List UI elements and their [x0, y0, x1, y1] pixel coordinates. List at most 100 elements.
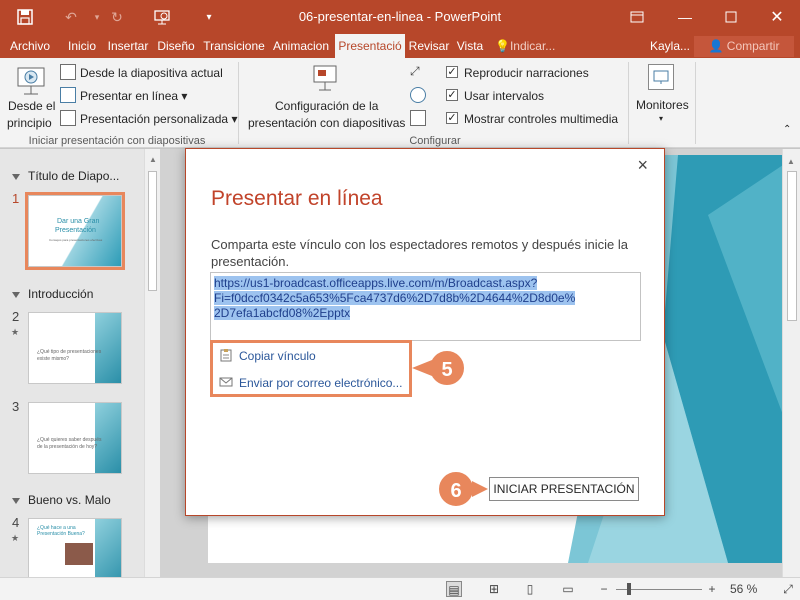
collapse-ribbon-icon[interactable]: ⌃ [783, 124, 791, 135]
title-bar: ↶ ▾ ↻ ▾ 06-presentar-en-linea - PowerPoi… [0, 0, 800, 34]
tab-archivo[interactable]: Archivo [4, 34, 56, 58]
rehearse-timings-icon[interactable] [410, 87, 426, 103]
ribbon-separator [628, 62, 629, 144]
slide-text: ¿Qué quieres saber después [37, 437, 102, 443]
section-title[interactable]: Título de Diapo... [12, 169, 119, 183]
scroll-up-icon[interactable]: ▲ [149, 155, 157, 164]
zoom-level[interactable]: 56 % [730, 582, 757, 596]
ribbon-display-icon[interactable] [624, 4, 650, 30]
slide-title-2: Presentación [55, 227, 96, 234]
tab-presentacion[interactable]: Presentació [335, 34, 405, 58]
slide-photo [65, 543, 93, 565]
slide-text: existe mismo? [37, 356, 69, 362]
slide-text: ¿Qué tipo de presentaciones [37, 349, 102, 355]
present-online-button[interactable]: Presentar en línea ▾ [80, 89, 187, 103]
slide-subtitle: Consejos para presentaciones efectivas [49, 238, 103, 242]
slide-thumbnail-1[interactable]: Dar una Gran Presentación Consejos para … [25, 192, 125, 270]
slide-thumbnail-3[interactable]: ¿Qué quieres saber después de la present… [28, 402, 122, 474]
setup-label-2[interactable]: presentación con diapositivas [248, 116, 405, 130]
user-name[interactable]: Kayla... [650, 34, 690, 58]
custom-show-icon [60, 110, 76, 126]
share-button[interactable]: 👤 Compartir [694, 36, 794, 57]
broadcast-link-field[interactable]: https://us1-broadcast.officeapps.live.co… [210, 272, 641, 341]
group-setup-label: Configurar [409, 135, 461, 147]
slide-sorter-icon[interactable]: ⊞ [486, 581, 502, 597]
callout-pointer [472, 481, 488, 497]
setup-slideshow-icon[interactable] [308, 64, 342, 94]
link-line: https://us1-broadcast.officeapps.live.co… [214, 276, 538, 290]
from-beginning-icon[interactable] [15, 64, 47, 96]
ribbon-separator [238, 62, 239, 144]
use-timings-checkbox[interactable]: ✓ [446, 89, 458, 101]
play-narrations-label[interactable]: Reproducir narraciones [464, 66, 589, 80]
close-window-icon[interactable]: ✕ [764, 4, 790, 30]
collapse-section-icon [12, 173, 20, 180]
use-timings-label[interactable]: Usar intervalos [464, 89, 544, 103]
from-current-slide-button[interactable]: Desde la diapositiva actual [80, 66, 223, 80]
tab-revisar[interactable]: Revisar [406, 34, 452, 58]
slide-text: Presentación Buena? [37, 531, 85, 537]
slide-background [95, 313, 121, 383]
zoom-slider-thumb[interactable] [627, 583, 631, 595]
person-icon: 👤 [708, 39, 724, 53]
zoom-in-button[interactable]: + [704, 581, 720, 597]
lightbulb-icon: 💡 [495, 39, 510, 53]
ribbon-presentacion: Desde el principio Desde la diapositiva … [0, 58, 800, 148]
callout-pointer [412, 360, 432, 376]
scrollbar-thumb[interactable] [787, 171, 797, 321]
collapse-section-icon [12, 291, 20, 298]
slide-number: 1 [12, 191, 20, 206]
maximize-icon[interactable] [718, 4, 744, 30]
slide-scrollbar[interactable]: ▲ [782, 149, 800, 577]
highlight-box-step-5 [210, 340, 412, 397]
close-dialog-button[interactable]: × [637, 155, 648, 176]
hide-slide-icon[interactable]: ⤢ [410, 64, 426, 80]
tab-animaciones[interactable]: Animacion [268, 34, 334, 58]
minimize-icon[interactable]: — [672, 4, 698, 30]
from-beginning-label-2[interactable]: principio [7, 116, 52, 130]
from-current-slide-icon [60, 64, 76, 80]
play-narrations-checkbox[interactable]: ✓ [446, 66, 458, 78]
slideshow-view-icon[interactable]: ▭ [560, 581, 576, 597]
record-slideshow-icon[interactable] [410, 110, 426, 126]
ribbon-separator [695, 62, 696, 144]
monitors-button[interactable]: Monitores [636, 98, 689, 112]
collapse-section-icon [12, 497, 20, 504]
tab-inicio[interactable]: Inicio [62, 34, 102, 58]
monitors-icon[interactable] [648, 64, 674, 90]
start-presentation-button[interactable]: INICIAR PRESENTACIÓN [489, 477, 639, 501]
slide-title-1: Dar una Gran [57, 218, 100, 225]
slide-text: de la presentación de hoy? [37, 444, 98, 450]
slide-thumbnail-2[interactable]: ¿Qué tipo de presentaciones existe mismo… [28, 312, 122, 384]
present-online-icon [60, 87, 76, 103]
from-beginning-label-1[interactable]: Desde el [8, 99, 55, 113]
zoom-out-button[interactable]: − [596, 581, 612, 597]
slide-number: 3 [12, 399, 20, 414]
tell-me-search[interactable]: 💡Indicar... [495, 34, 565, 58]
dialog-description: Comparta este vínculo con los espectador… [211, 237, 628, 269]
link-line: Fi=f0dccf0342c5a653%5Fca4737d6%2D7d8b%2D… [214, 291, 576, 305]
reading-view-icon[interactable]: ▯ [522, 581, 538, 597]
dialog-title: Presentar en línea [211, 187, 383, 210]
thumbnails-scrollbar[interactable]: ▲ [144, 149, 160, 577]
callout-step-5: 5 [428, 349, 466, 387]
custom-show-button[interactable]: Presentación personalizada ▾ [80, 112, 237, 126]
tab-diseno[interactable]: Diseño [154, 34, 198, 58]
show-media-controls-checkbox[interactable]: ✓ [446, 112, 458, 124]
normal-view-icon[interactable]: ▤ [446, 581, 462, 597]
monitors-dropdown-icon[interactable]: ▾ [659, 114, 663, 123]
present-online-dialog: × Presentar en línea Comparta este víncu… [185, 148, 665, 516]
setup-label-1[interactable]: Configuración de la [275, 99, 378, 113]
status-bar: ▤ ⊞ ▯ ▭ − + 56 % ⤢ [0, 577, 800, 600]
tab-insertar[interactable]: Insertar [104, 34, 152, 58]
animation-star-icon: ★ [11, 327, 20, 337]
tab-transiciones[interactable]: Transicione [200, 34, 268, 58]
callout-step-6: 6 [437, 470, 475, 508]
scrollbar-thumb[interactable] [148, 171, 157, 291]
show-media-controls-label[interactable]: Mostrar controles multimedia [464, 112, 618, 126]
fit-slide-icon[interactable]: ⤢ [780, 581, 796, 597]
tab-vista[interactable]: Vista [453, 34, 487, 58]
scroll-up-icon[interactable]: ▲ [787, 157, 795, 166]
section-title[interactable]: Introducción [12, 287, 93, 301]
section-title[interactable]: Bueno vs. Malo [12, 493, 111, 507]
